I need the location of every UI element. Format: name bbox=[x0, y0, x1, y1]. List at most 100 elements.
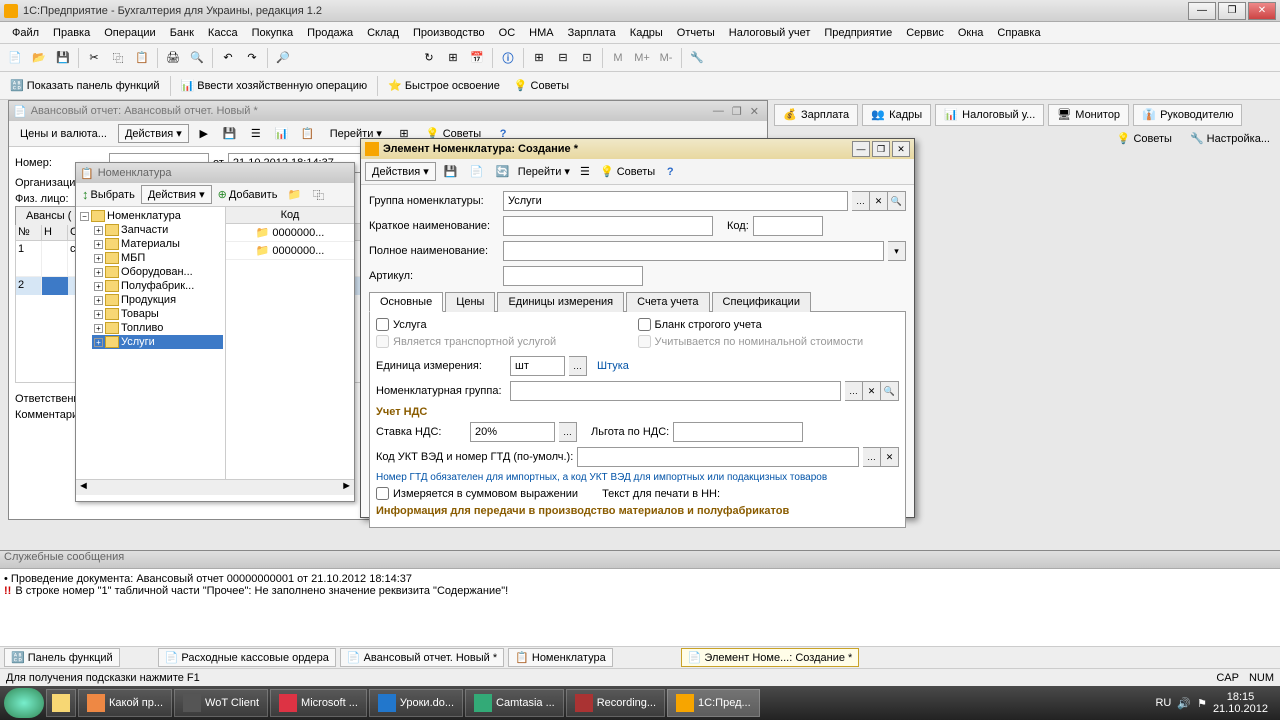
undo-icon[interactable]: ↶ bbox=[217, 47, 239, 69]
side-tab[interactable]: 👔Руководителю bbox=[1133, 104, 1242, 126]
side-settings-button[interactable]: 🔧Настройка... bbox=[1184, 130, 1276, 147]
menu-item[interactable]: Отчеты bbox=[671, 25, 721, 41]
start-button[interactable] bbox=[4, 688, 44, 718]
window-tab[interactable]: 📄Авансовый отчет. Новый * bbox=[340, 648, 504, 667]
panel-func-tab[interactable]: 🔠Панель функций bbox=[4, 648, 120, 667]
window-tab[interactable]: 📄Расходные кассовые ордера bbox=[158, 648, 336, 667]
lang-indicator[interactable]: RU bbox=[1155, 697, 1171, 709]
m-plus-icon[interactable]: M+ bbox=[631, 47, 653, 69]
nomenclature-tree[interactable]: − Номенклатура +Запчасти+Материалы+МБП+О… bbox=[76, 207, 226, 479]
tips-button[interactable]: 💡 Советы bbox=[508, 77, 575, 94]
new-icon[interactable]: 📄 bbox=[4, 47, 26, 69]
vat-rate-input[interactable] bbox=[470, 422, 555, 442]
taskbar-item[interactable]: WoT Client bbox=[174, 689, 268, 717]
menu-item[interactable]: ОС bbox=[493, 25, 522, 41]
print-icon[interactable]: 🖨 bbox=[162, 47, 184, 69]
menu-item[interactable]: Покупка bbox=[246, 25, 300, 41]
save-icon[interactable]: 💾 bbox=[440, 161, 462, 183]
select-icon[interactable]: … bbox=[863, 447, 881, 467]
elem-maximize-button[interactable]: ❐ bbox=[872, 141, 890, 157]
calc-icon[interactable]: ⊞ bbox=[442, 47, 464, 69]
nom-group-input[interactable] bbox=[510, 381, 841, 401]
elem-close-button[interactable]: ✕ bbox=[892, 141, 910, 157]
grid1-icon[interactable]: ⊞ bbox=[528, 47, 550, 69]
quick-learn-button[interactable]: ⭐ Быстрое освоение bbox=[382, 77, 506, 94]
tree-root[interactable]: − Номенклатура bbox=[78, 209, 223, 223]
select-icon[interactable]: … bbox=[845, 381, 863, 401]
select-button[interactable]: ↕ Выбрать bbox=[78, 185, 139, 204]
tab-advances[interactable]: Авансы ( bbox=[15, 206, 82, 225]
elem-minimize-button[interactable]: — bbox=[852, 141, 870, 157]
menu-item[interactable]: Предприятие bbox=[818, 25, 898, 41]
btn-icon[interactable]: 📊 bbox=[271, 123, 293, 145]
m-icon[interactable]: M bbox=[607, 47, 629, 69]
search-icon[interactable]: 🔎 bbox=[272, 47, 294, 69]
tree-item[interactable]: +Полуфабрик... bbox=[92, 279, 223, 293]
panel-functions-button[interactable]: 🔠 Показать панель функций bbox=[4, 77, 166, 94]
scrollbar[interactable]: ◄► bbox=[76, 479, 354, 495]
new-icon[interactable]: 📄 bbox=[466, 161, 488, 183]
clear-icon[interactable]: ✕ bbox=[870, 191, 888, 211]
taskbar-item[interactable]: Какой пр... bbox=[78, 689, 172, 717]
taskbar-item[interactable]: Microsoft ... bbox=[270, 689, 367, 717]
list-item[interactable]: 📁 0000000... bbox=[226, 242, 354, 260]
elem-actions-dropdown[interactable]: Действия ▾ bbox=[365, 162, 436, 181]
menu-item[interactable]: Производство bbox=[407, 25, 491, 41]
short-name-input[interactable] bbox=[503, 216, 713, 236]
select-icon[interactable]: … bbox=[569, 356, 587, 376]
sum-checkbox[interactable] bbox=[376, 487, 389, 500]
close-button[interactable]: ✕ bbox=[1248, 2, 1276, 20]
menu-item[interactable]: Банк bbox=[164, 25, 200, 41]
dropdown-icon[interactable]: ▾ bbox=[888, 241, 906, 261]
tree-item[interactable]: +Запчасти bbox=[92, 223, 223, 237]
window-tab[interactable]: 📋Номенклатура bbox=[508, 648, 613, 667]
tree-item[interactable]: +Топливо bbox=[92, 321, 223, 335]
elem-tips-button[interactable]: 💡 Советы bbox=[600, 165, 655, 178]
save-icon[interactable]: 💾 bbox=[52, 47, 74, 69]
doc-maximize-icon[interactable]: ❐ bbox=[732, 105, 742, 118]
side-tab[interactable]: 🖥Монитор bbox=[1048, 104, 1129, 126]
menu-item[interactable]: Справка bbox=[991, 25, 1046, 41]
search-icon[interactable]: 🔍 bbox=[881, 381, 899, 401]
go-button[interactable]: Перейти ▾ bbox=[518, 165, 570, 178]
add-button[interactable]: ⊕ Добавить bbox=[214, 186, 282, 203]
help-icon[interactable]: ? bbox=[659, 161, 681, 183]
side-tab[interactable]: 💰Зарплата bbox=[774, 104, 858, 126]
prices-button[interactable]: Цены и валюта... bbox=[13, 125, 114, 143]
menu-item[interactable]: НМА bbox=[523, 25, 559, 41]
menu-item[interactable]: Окна bbox=[952, 25, 990, 41]
minimize-button[interactable]: — bbox=[1188, 2, 1216, 20]
full-name-input[interactable] bbox=[503, 241, 884, 261]
menu-item[interactable]: Файл bbox=[6, 25, 45, 41]
open-icon[interactable]: 📂 bbox=[28, 47, 50, 69]
tree-item[interactable]: +МБП bbox=[92, 251, 223, 265]
doc-minimize-icon[interactable]: — bbox=[713, 105, 724, 117]
wrench-icon[interactable]: 🔧 bbox=[686, 47, 708, 69]
redo-icon[interactable]: ↷ bbox=[241, 47, 263, 69]
clear-icon[interactable]: ✕ bbox=[881, 447, 899, 467]
menu-item[interactable]: Склад bbox=[361, 25, 405, 41]
elem-titlebar[interactable]: Элемент Номенклатура: Создание * — ❐ ✕ bbox=[361, 139, 914, 159]
list-icon[interactable]: ☰ bbox=[245, 123, 267, 145]
refresh-icon[interactable]: 🔄 bbox=[492, 161, 514, 183]
cut-icon[interactable]: ✂ bbox=[83, 47, 105, 69]
side-tab[interactable]: 📊Налоговый у... bbox=[935, 104, 1044, 126]
enter-operation-button[interactable]: 📊 Ввести хозяйственную операцию bbox=[175, 77, 374, 94]
actions-dropdown[interactable]: Действия ▾ bbox=[118, 124, 189, 143]
add-group-icon[interactable]: 📁 bbox=[283, 184, 305, 206]
tree-item[interactable]: +Продукция bbox=[92, 293, 223, 307]
ukt-input[interactable] bbox=[577, 447, 859, 467]
group-input[interactable] bbox=[503, 191, 848, 211]
select-icon[interactable]: … bbox=[852, 191, 870, 211]
m-minus-icon[interactable]: M- bbox=[655, 47, 677, 69]
elem-tab[interactable]: Счета учета bbox=[626, 292, 709, 312]
tray-icon[interactable]: 🔊 bbox=[1177, 697, 1191, 710]
vat-benefit-input[interactable] bbox=[673, 422, 803, 442]
list-icon[interactable]: ☰ bbox=[574, 161, 596, 183]
menu-item[interactable]: Налоговый учет bbox=[723, 25, 817, 41]
menu-item[interactable]: Зарплата bbox=[562, 25, 622, 41]
tree-item[interactable]: +Оборудован... bbox=[92, 265, 223, 279]
elem-tab[interactable]: Основные bbox=[369, 292, 443, 312]
nomenclature-list[interactable]: Код 📁 0000000... 📁 0000000... bbox=[226, 207, 354, 479]
menu-item[interactable]: Правка bbox=[47, 25, 96, 41]
